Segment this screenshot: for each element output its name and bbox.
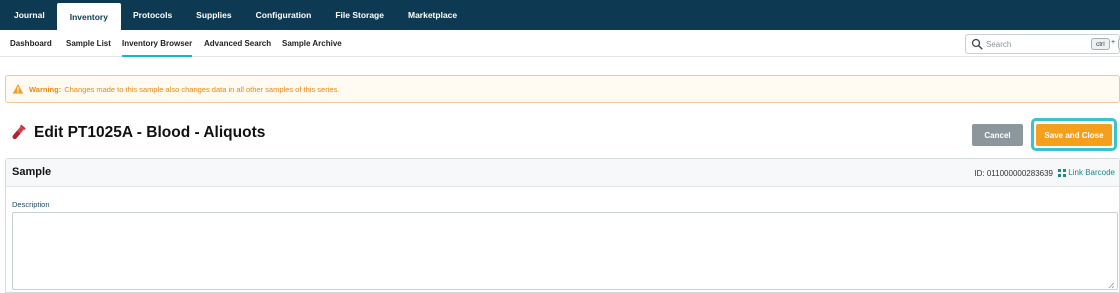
tab-journal[interactable]: Journal — [0, 0, 57, 30]
search-icon — [971, 38, 983, 50]
tab-configuration[interactable]: Configuration — [244, 0, 324, 30]
tab-supplies[interactable]: Supplies — [184, 0, 243, 30]
secondary-navigation: Dashboard Sample List Inventory Browser … — [0, 30, 1120, 57]
search-box[interactable]: ctrl + — [965, 34, 1120, 54]
tab-protocols[interactable]: Protocols — [121, 0, 184, 30]
sample-panel: Sample ID: 011000000283639 Link Barcode … — [5, 158, 1120, 293]
subnav-sample-archive[interactable]: Sample Archive — [282, 30, 342, 57]
shortcut-plus: + — [1111, 39, 1116, 46]
warning-label: Warning: — [29, 84, 62, 94]
subnav-inventory-browser[interactable]: Inventory Browser — [122, 30, 193, 57]
page-title: Edit PT1025A - Blood - Aliquots — [34, 124, 266, 141]
link-barcode-link[interactable]: Link Barcode — [1058, 168, 1115, 177]
tab-marketplace[interactable]: Marketplace — [396, 0, 469, 30]
description-field[interactable] — [12, 212, 1118, 290]
page-header: Edit PT1025A - Blood - Aliquots — [10, 121, 265, 145]
save-and-close-button[interactable]: Save and Close — [1036, 124, 1112, 146]
subnav-sample-list[interactable]: Sample List — [66, 30, 111, 57]
subnav-advanced-search[interactable]: Advanced Search — [204, 30, 271, 57]
tab-file-storage[interactable]: File Storage — [323, 0, 396, 30]
warning-triangle-icon — [12, 84, 24, 94]
sample-id: ID: 011000000283639 — [974, 169, 1053, 178]
subnav-dashboard[interactable]: Dashboard — [10, 30, 52, 57]
ctrl-key-hint: ctrl — [1091, 38, 1110, 50]
search-input[interactable] — [986, 37, 1086, 51]
test-tube-icon — [12, 124, 26, 139]
warning-text: Changes made to this sample also changes… — [64, 84, 340, 94]
description-label: Description — [12, 200, 50, 209]
sample-panel-header: Sample ID: 011000000283639 Link Barcode — [6, 159, 1119, 187]
tab-inventory[interactable]: Inventory — [56, 3, 121, 30]
link-barcode-label: Link Barcode — [1068, 168, 1115, 177]
cancel-button[interactable]: Cancel — [972, 124, 1023, 146]
sample-panel-title: Sample — [12, 166, 52, 178]
resize-handle-icon[interactable] — [1107, 281, 1115, 289]
barcode-icon — [1058, 168, 1067, 177]
warning-banner: Warning: Changes made to this sample als… — [5, 75, 1120, 103]
top-navigation: Journal Inventory Protocols Supplies Con… — [0, 0, 1120, 30]
